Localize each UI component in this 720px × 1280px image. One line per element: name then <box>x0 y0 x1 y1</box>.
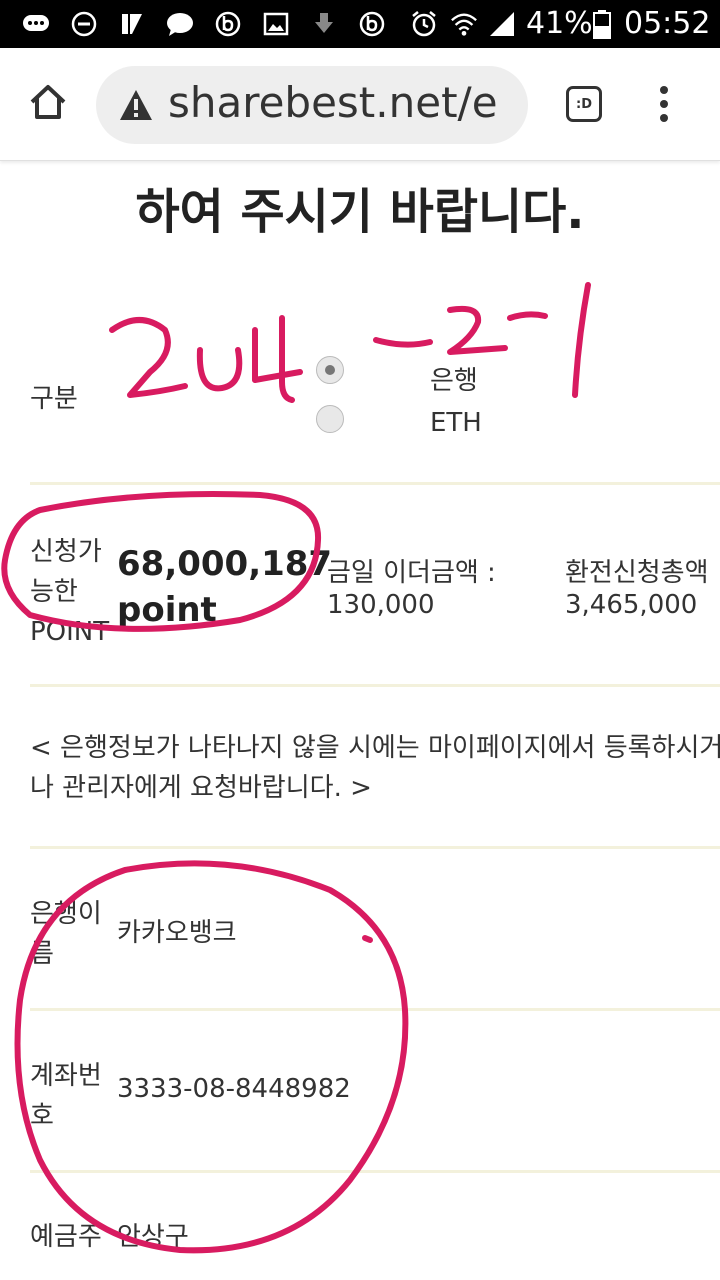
radio-bank-label: 은행 <box>430 366 478 396</box>
status-bar: 41% 05:52 <box>0 0 720 48</box>
divider <box>30 684 720 687</box>
url-bar[interactable]: sharebest.net/e <box>96 66 528 144</box>
battery-percent: 41% <box>526 6 593 41</box>
bank-name-value: 카카오뱅크 <box>117 918 237 948</box>
download-icon <box>310 10 338 38</box>
battery-icon <box>588 10 616 39</box>
chat-icon <box>22 10 50 38</box>
signal-icon <box>488 10 516 38</box>
radio-eth[interactable] <box>316 405 344 433</box>
home-icon <box>30 85 66 119</box>
eth-price-label: 금일 이더금액 : <box>327 558 496 588</box>
account-holder-value: 안상구 <box>117 1222 189 1252</box>
clock: 05:52 <box>624 6 711 41</box>
total-amount-value: 3,465,000 <box>565 590 698 620</box>
url-text: sharebest.net/e <box>168 78 498 127</box>
wifi-icon <box>450 10 478 38</box>
bank-info-notice: < 은행정보가 나타나지 않을 시에는 마이페이지에서 등록하시거나 관리자에게… <box>30 733 720 803</box>
overflow-menu-button[interactable] <box>652 86 676 126</box>
page-content: 하여 주시기 바랍니다. 구분 은행 ETH 신청가능한 POINT 68,00… <box>0 160 720 1280</box>
type-label: 구분 <box>30 384 78 414</box>
radio-eth-label: ETH <box>430 408 482 438</box>
do-not-disturb-icon <box>70 10 98 38</box>
b-app-icon <box>214 10 242 38</box>
divider <box>30 482 720 485</box>
eth-price-value: 130,000 <box>327 590 435 620</box>
warning-icon <box>120 90 152 120</box>
account-number-label: 계좌번호 <box>30 1061 102 1131</box>
account-holder-label: 예금주 <box>30 1222 102 1252</box>
message-icon <box>166 10 194 38</box>
b-app-icon <box>358 10 386 38</box>
tab-switcher-button[interactable]: :D <box>566 86 602 122</box>
radio-bank[interactable] <box>316 356 344 384</box>
app-icon <box>118 10 146 38</box>
available-points-unit: point <box>117 590 217 630</box>
gallery-icon <box>262 10 290 38</box>
divider <box>30 1170 720 1173</box>
page-heading: 하여 주시기 바랍니다. <box>135 184 585 240</box>
browser-toolbar: sharebest.net/e :D <box>0 48 720 161</box>
account-number-value: 3333-08-8448982 <box>117 1074 351 1104</box>
bank-name-label: 은행이름 <box>30 899 102 969</box>
home-button[interactable] <box>24 78 72 126</box>
available-points-label: 신청가능한 POINT <box>30 537 110 647</box>
divider <box>30 846 720 849</box>
alarm-icon <box>410 10 438 38</box>
divider <box>30 1008 720 1011</box>
total-amount-label: 환전신청총액 <box>565 558 709 588</box>
available-points-value: 68,000,187 <box>117 544 333 584</box>
